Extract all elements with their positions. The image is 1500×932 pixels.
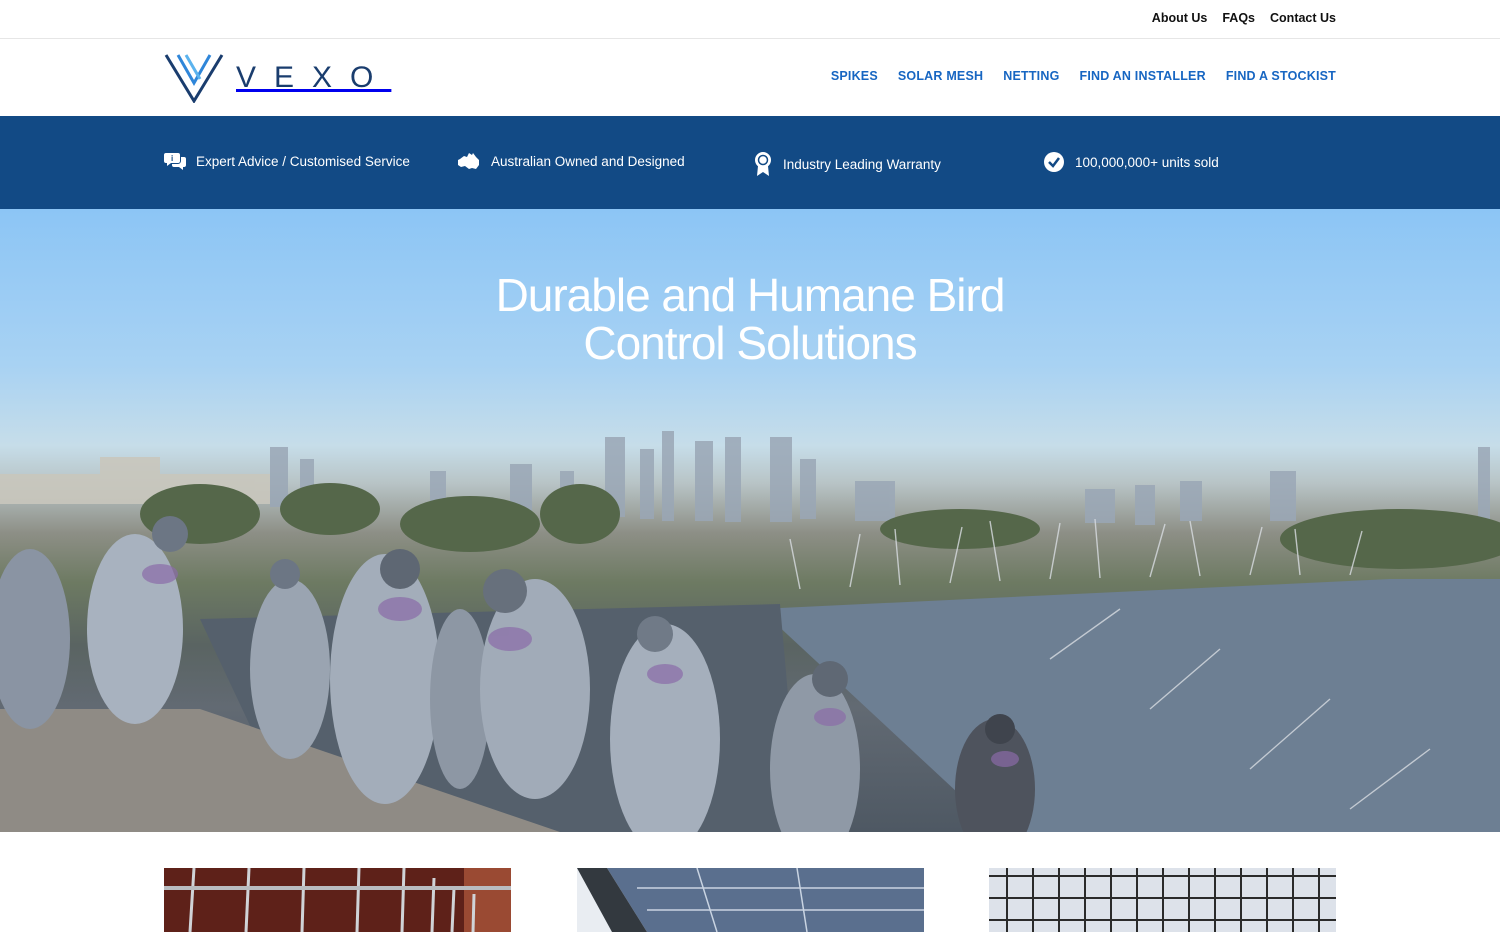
hero-title: Durable and Humane Bird Control Solution… (0, 271, 1500, 367)
card-spikes-image[interactable] (164, 868, 511, 932)
nav-spikes[interactable]: SPIKES (831, 69, 878, 83)
usp-label: Australian Owned and Designed (491, 153, 685, 169)
product-cards (0, 868, 1500, 932)
nav-netting[interactable]: NETTING (1003, 69, 1059, 83)
utility-bar: About Us FAQs Contact Us (0, 0, 1500, 39)
utility-links: About Us FAQs Contact Us (1152, 11, 1336, 25)
advice-chat-icon: i (164, 153, 186, 170)
faqs-link[interactable]: FAQs (1222, 11, 1255, 25)
usp-label: Expert Advice / Customised Service (196, 153, 410, 169)
solar-mesh-photo (577, 868, 924, 932)
card-netting-image[interactable] (989, 868, 1336, 932)
svg-text:i: i (171, 154, 173, 163)
logo-wordmark: VEXO (236, 61, 392, 94)
card-solar-mesh-image[interactable] (577, 868, 924, 932)
usp-label: Industry Leading Warranty (783, 156, 941, 172)
main-nav: SPIKES SOLAR MESH NETTING FIND AN INSTAL… (831, 69, 1336, 83)
usp-bar: i Expert Advice / Customised Service Aus… (0, 116, 1500, 209)
hero-banner: Durable and Humane Bird Control Solution… (0, 209, 1500, 832)
logo-mark-icon (164, 54, 224, 103)
netting-photo (989, 868, 1336, 932)
australia-map-icon (458, 153, 479, 169)
nav-solar-mesh[interactable]: SOLAR MESH (898, 69, 983, 83)
nav-find-a-stockist[interactable]: FIND A STOCKIST (1226, 69, 1336, 83)
spikes-photo (164, 868, 511, 932)
hero-title-line2: Control Solutions (583, 317, 917, 369)
usp-label: 100,000,000+ units sold (1075, 154, 1219, 170)
logo[interactable]: VEXO (164, 53, 391, 103)
usp-warranty: Industry Leading Warranty (753, 151, 941, 177)
nav-find-an-installer[interactable]: FIND AN INSTALLER (1080, 69, 1206, 83)
usp-units-sold: 100,000,000+ units sold (1043, 151, 1219, 173)
contact-us-link[interactable]: Contact Us (1270, 11, 1336, 25)
site-header: VEXO SPIKES SOLAR MESH NETTING FIND AN I… (0, 39, 1500, 116)
usp-expert-advice: i Expert Advice / Customised Service (164, 151, 410, 171)
about-us-link[interactable]: About Us (1152, 11, 1208, 25)
usp-australian-owned: Australian Owned and Designed (457, 151, 685, 171)
hero-title-line1: Durable and Humane Bird (495, 269, 1006, 321)
check-circle-icon (1044, 152, 1064, 172)
award-ribbon-icon (755, 152, 771, 176)
